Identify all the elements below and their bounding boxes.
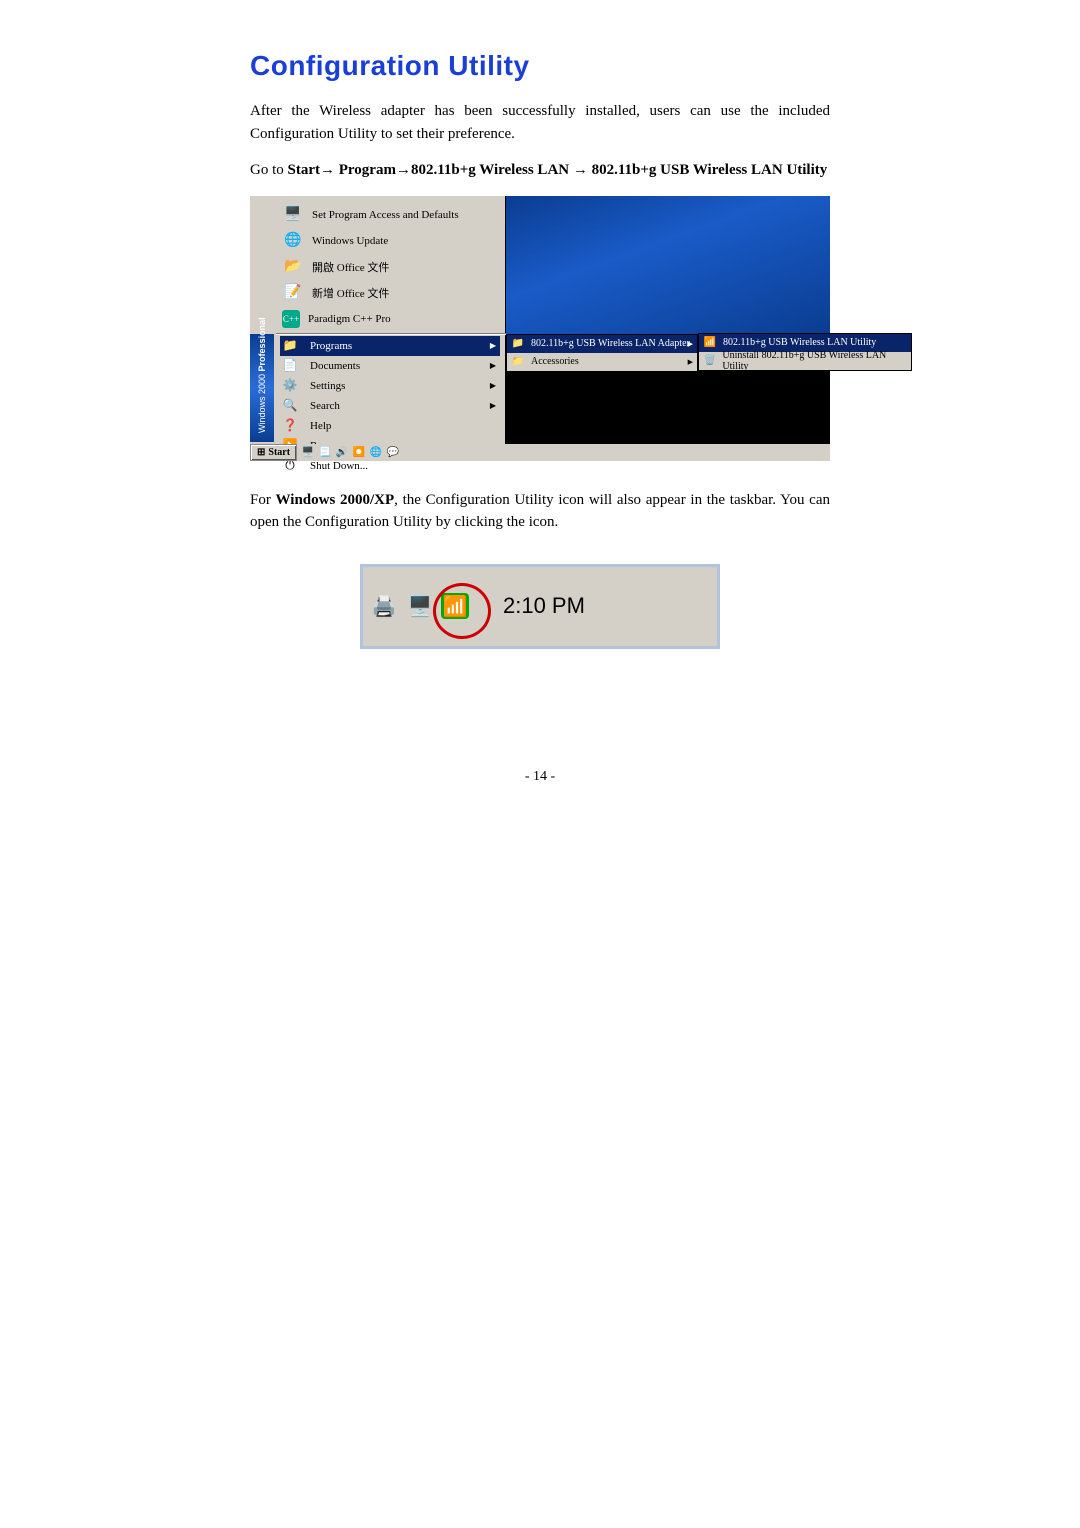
menu-item-open-office[interactable]: 📂 開啟 Office 文件 (282, 254, 492, 280)
submenu-arrow-icon: ▶ (688, 358, 693, 366)
folder-icon: 📁 (511, 354, 525, 370)
menu-separator (276, 333, 506, 334)
start-menu-panel: 🖥️ Set Program Access and Defaults 🌐 Win… (250, 196, 505, 461)
windows-2000-paragraph: For Windows 2000/XP, the Configuration U… (250, 489, 830, 534)
documents-icon: 📄 (280, 358, 300, 374)
goto-path1: 802.11b+g Wireless LAN (411, 162, 569, 178)
label: Programs (310, 340, 352, 352)
arrow-icon: → (396, 162, 411, 178)
submenu-arrow-icon: ▶ (490, 401, 496, 410)
label: Search (310, 400, 340, 412)
menu-item-new-office[interactable]: 📝 新增 Office 文件 (282, 280, 492, 306)
windows-update-icon: 🌐 (282, 230, 304, 252)
label: Accessories (531, 356, 579, 367)
label: Shut Down... (310, 460, 368, 472)
quick-launch-icon[interactable]: ⏺️ (352, 445, 366, 459)
goto-paragraph: Go to Start→ Program→802.11b+g Wireless … (250, 159, 830, 182)
quick-launch-icon[interactable]: 🔊 (335, 445, 349, 459)
desktop-background (506, 196, 830, 334)
search-icon: 🔍 (280, 398, 300, 414)
quick-launch-icon[interactable]: 💬 (386, 445, 400, 459)
office-new-icon: 📝 (282, 282, 304, 304)
menu-item-set-program-access[interactable]: 🖥️ Set Program Access and Defaults (282, 202, 492, 228)
quick-launch-icon[interactable]: 🖥️ (301, 445, 315, 459)
menu-item-programs[interactable]: 📁 Programs ▶ (280, 336, 500, 356)
programs-icon: 📁 (280, 338, 300, 354)
page-number: - 14 - (250, 769, 830, 785)
windows-version: Windows 2000/XP (276, 492, 395, 508)
goto-path2: 802.11b+g USB Wireless LAN Utility (592, 162, 828, 178)
menu-item-search[interactable]: 🔍 Search ▶ (280, 396, 500, 416)
label: Uninstall 802.11b+g USB Wireless LAN Uti… (722, 350, 907, 372)
start-menu-top-section: 🖥️ Set Program Access and Defaults 🌐 Win… (282, 202, 492, 332)
help-icon: ❓ (280, 418, 300, 434)
menu-item-paradigm[interactable]: C++ Paradigm C++ Pro (282, 306, 492, 332)
page-title: Configuration Utility (250, 50, 830, 82)
taskbar: ⊞ Start 🖥️ 📃 🔊 ⏺️ 🌐 💬 (250, 444, 830, 461)
programs-submenu: 📁 802.11b+g USB Wireless LAN Adapter ▶ 📁… (506, 334, 698, 372)
settings-icon: ⚙️ (280, 378, 300, 394)
submenu-arrow-icon: ▶ (490, 341, 496, 350)
tray-wlan-utility-icon[interactable]: 📶 (441, 593, 469, 619)
label: Help (310, 420, 331, 432)
system-tray-time: 2:10 PM (503, 593, 585, 619)
for-prefix: For (250, 492, 276, 508)
quick-launch-icon[interactable]: 🌐 (369, 445, 383, 459)
label: Set Program Access and Defaults (312, 209, 459, 221)
label: 開啟 Office 文件 (312, 259, 389, 275)
menu-item-settings[interactable]: ⚙️ Settings ▶ (280, 376, 500, 396)
folder-icon: 📁 (511, 336, 525, 352)
tray-printer-icon[interactable]: 🖨️ (369, 592, 399, 620)
system-tray-screenshot: 🖨️ 🖥️ 📶 2:10 PM (360, 564, 720, 649)
label: Windows Update (312, 235, 388, 247)
windows-brand-stripe: Windows 2000 Professional (250, 334, 274, 442)
start-label: Start (268, 447, 290, 458)
uninstall-icon: 🗑️ (703, 353, 716, 369)
program-access-icon: 🖥️ (282, 204, 304, 226)
wlan-submenu: 📶 802.11b+g USB Wireless LAN Utility 🗑️ … (698, 333, 912, 371)
submenu-arrow-icon: ▶ (490, 381, 496, 390)
office-open-icon: 📂 (282, 256, 304, 278)
menu-item-help[interactable]: ❓ Help (280, 416, 500, 436)
windows-logo-icon: ⊞ (257, 447, 265, 458)
submenu-item-accessories[interactable]: 📁 Accessories ▶ (507, 353, 697, 371)
intro-paragraph: After the Wireless adapter has been succ… (250, 100, 830, 145)
utility-icon: 📶 (703, 335, 717, 351)
label: 802.11b+g USB Wireless LAN Utility (723, 337, 876, 348)
goto-start: Start (288, 162, 321, 178)
submenu-arrow-icon: ▶ (490, 361, 496, 370)
menu-item-documents[interactable]: 📄 Documents ▶ (280, 356, 500, 376)
goto-program: Program (339, 162, 396, 178)
quick-launch-icon[interactable]: 📃 (318, 445, 332, 459)
tray-network-icon[interactable]: 🖥️ (405, 592, 435, 620)
highlighted-tray-icon-area: 📶 (441, 593, 469, 619)
submenu-item-uninstall[interactable]: 🗑️ Uninstall 802.11b+g USB Wireless LAN … (699, 352, 911, 370)
label: Paradigm C++ Pro (308, 313, 391, 325)
label: 802.11b+g USB Wireless LAN Adapter (531, 338, 690, 349)
label: Documents (310, 360, 360, 372)
black-background (506, 366, 830, 444)
arrow-icon: → (573, 162, 588, 178)
submenu-arrow-icon: ▶ (688, 340, 693, 348)
arrow-icon: → (320, 162, 335, 178)
label: 新增 Office 文件 (312, 285, 389, 301)
stripe-label: Windows 2000 Professional (257, 353, 267, 433)
goto-prefix: Go to (250, 162, 288, 178)
start-menu-screenshot: 🖥️ Set Program Access and Defaults 🌐 Win… (250, 196, 830, 461)
label: Settings (310, 380, 345, 392)
quick-launch: 🖥️ 📃 🔊 ⏺️ 🌐 💬 (301, 445, 400, 459)
paradigm-icon: C++ (282, 310, 300, 328)
submenu-item-wlan-adapter[interactable]: 📁 802.11b+g USB Wireless LAN Adapter ▶ (507, 335, 697, 353)
start-button[interactable]: ⊞ Start (250, 444, 297, 461)
menu-item-windows-update[interactable]: 🌐 Windows Update (282, 228, 492, 254)
